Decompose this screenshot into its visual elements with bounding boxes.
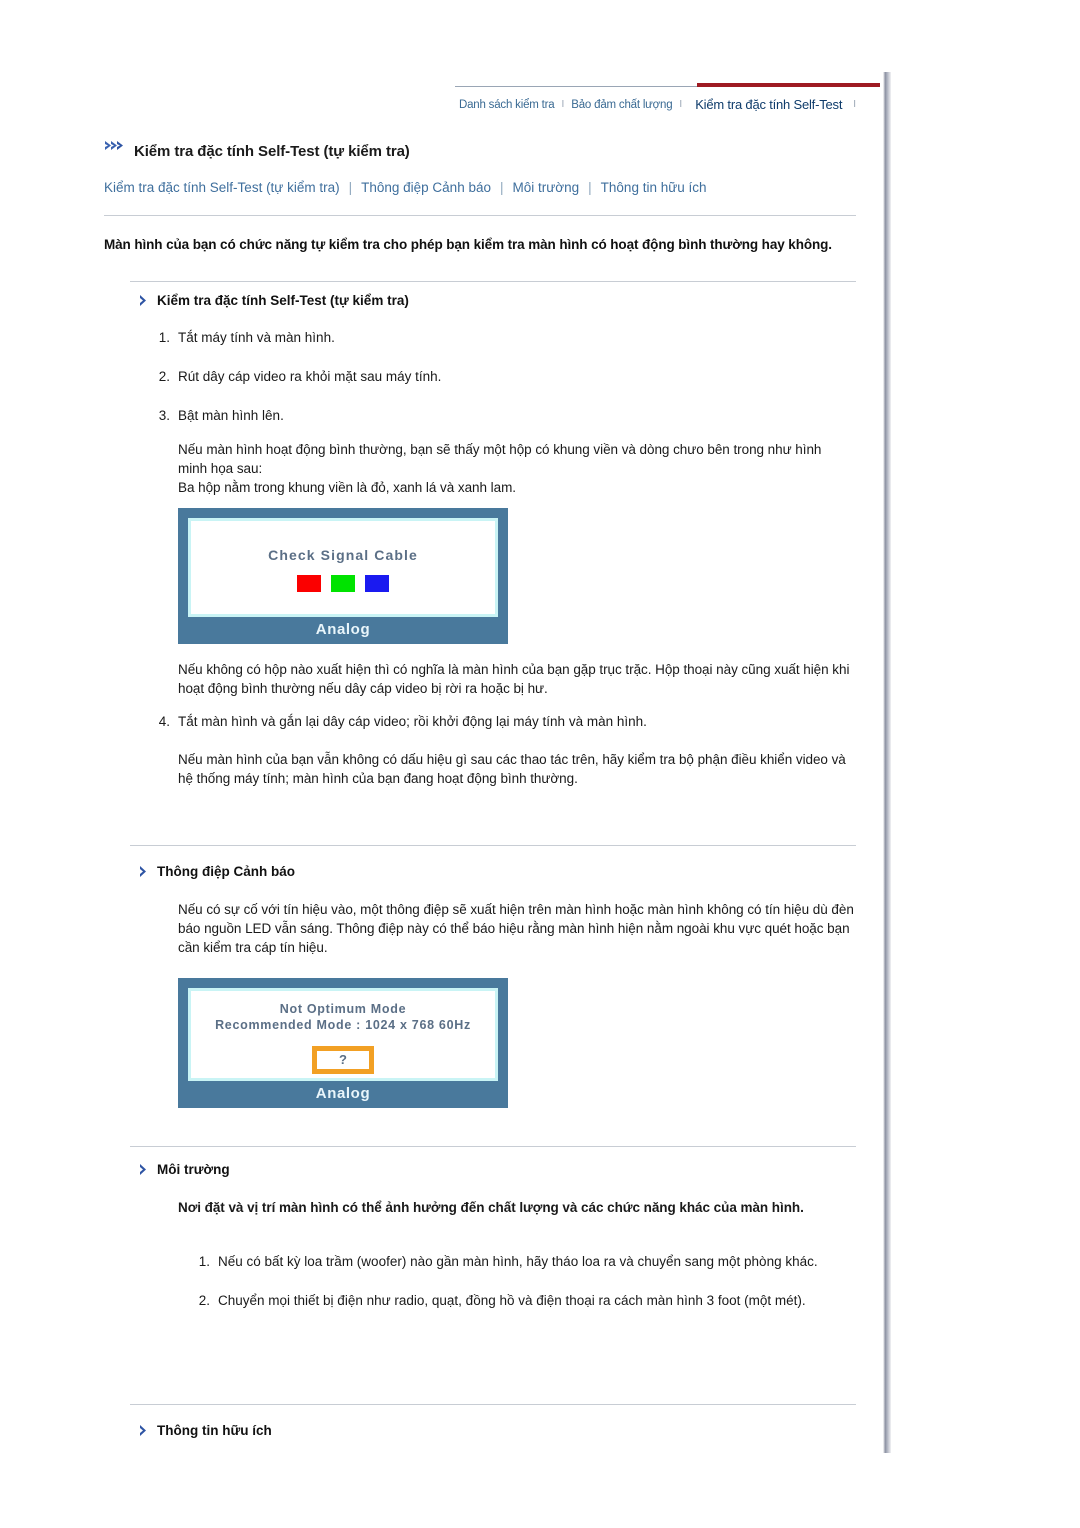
list-item: 1. Nếu có bất kỳ loa trầm (woofer) nào g… xyxy=(186,1252,846,1271)
environment-step-list: 1. Nếu có bất kỳ loa trầm (woofer) nào g… xyxy=(186,1252,846,1330)
monitor-input-label: Analog xyxy=(315,621,371,638)
list-item: 2. Chuyển mọi thiết bị điện như radio, q… xyxy=(186,1291,846,1310)
monitor-message-line1: Not Optimum Mode xyxy=(279,1002,407,1016)
monitor-mock-not-optimum: Not Optimum Mode Recommended Mode : 1024… xyxy=(178,978,508,1108)
nav-separator: I xyxy=(561,99,565,110)
link-warning-message[interactable]: Thông điệp Cảnh báo xyxy=(361,180,491,195)
no-sign-note: Nếu màn hình của bạn vẫn không có dấu hi… xyxy=(178,752,846,786)
monitor-input-label: Analog xyxy=(315,1085,371,1102)
page-title-row: Kiểm tra đặc tính Self-Test (tự kiểm tra… xyxy=(104,139,410,160)
list-number: 3. xyxy=(158,408,170,423)
list-number: 1. xyxy=(158,330,170,345)
self-test-step-list-continued: 4. Tắt màn hình và gắn lại dây cáp video… xyxy=(146,712,856,751)
section-heading-useful-info: Thông tin hữu ích xyxy=(138,1423,272,1438)
monitor-mock-self-test: Check Signal Cable Analog xyxy=(178,508,508,644)
section-heading-environment: Môi trường xyxy=(138,1162,230,1177)
nav-separator: I xyxy=(679,99,683,110)
red-swatch xyxy=(297,575,321,592)
self-test-step-list: 1. Tắt máy tính và màn hình. 2. Rút dây … xyxy=(146,328,846,445)
divider-top xyxy=(104,215,856,216)
list-number: 2. xyxy=(158,369,170,384)
double-chevron-icon xyxy=(104,139,126,157)
lead-paragraph: Màn hình của bạn có chức năng tự kiểm tr… xyxy=(104,237,832,252)
list-text: Nếu có bất kỳ loa trầm (woofer) nào gần … xyxy=(218,1254,818,1269)
list-number: 2. xyxy=(198,1293,210,1308)
section-heading-self-test: Kiểm tra đặc tính Self-Test (tự kiểm tra… xyxy=(138,293,409,308)
monitor-message-line2: Recommended Mode : 1024 x 768 60Hz xyxy=(215,1018,471,1032)
nav-item-quality-assurance[interactable]: Bảo đảm chất lượng xyxy=(567,96,676,114)
list-text: Tắt máy tính và màn hình. xyxy=(178,330,335,345)
section-links: Kiểm tra đặc tính Self-Test (tự kiểm tra… xyxy=(104,180,707,195)
warning-body: Nếu có sự cố với tín hiệu vào, một thông… xyxy=(178,902,854,955)
list-text: Rút dây cáp video ra khỏi mặt sau máy tí… xyxy=(178,369,442,384)
chevron-right-icon xyxy=(138,865,149,878)
monitor-screen: Not Optimum Mode Recommended Mode : 1024… xyxy=(188,988,498,1081)
divider-section-4 xyxy=(130,1404,856,1405)
normal-operation-note: Nếu màn hình hoạt động bình thường, bạn … xyxy=(178,442,822,495)
section-heading-label: Thông tin hữu ích xyxy=(157,1423,272,1438)
section-heading-label: Thông điệp Cảnh báo xyxy=(157,864,295,879)
section-heading-label: Kiểm tra đặc tính Self-Test (tự kiểm tra… xyxy=(157,293,409,308)
green-swatch xyxy=(331,575,355,592)
divider-section-1 xyxy=(130,281,856,282)
list-item: 3. Bật màn hình lên. xyxy=(146,406,846,425)
vertical-scrollbar[interactable] xyxy=(883,72,891,1453)
top-navigation: Danh sách kiểm tra I Bảo đảm chất lượng … xyxy=(455,84,880,114)
list-item: 2. Rút dây cáp video ra khỏi mặt sau máy… xyxy=(146,367,846,386)
list-text: Chuyển mọi thiết bị điện như radio, quạt… xyxy=(218,1293,806,1308)
chevron-right-icon xyxy=(138,1163,149,1176)
link-environment[interactable]: Môi trường xyxy=(513,180,580,195)
link-separator: | xyxy=(348,180,353,195)
chevron-right-icon xyxy=(138,294,149,307)
list-text: Tắt màn hình và gắn lại dây cáp video; r… xyxy=(178,714,647,729)
list-item: 4. Tắt màn hình và gắn lại dây cáp video… xyxy=(146,712,856,731)
page-title: Kiểm tra đặc tính Self-Test (tự kiểm tra… xyxy=(134,142,410,160)
list-text: Bật màn hình lên. xyxy=(178,408,284,423)
list-item: 1. Tắt máy tính và màn hình. xyxy=(146,328,846,347)
divider-section-2 xyxy=(130,845,856,846)
environment-intro: Nơi đặt và vị trí màn hình có thể ảnh hư… xyxy=(178,1200,804,1215)
monitor-message: Check Signal Cable xyxy=(268,547,418,563)
nav-item-checklist[interactable]: Danh sách kiểm tra xyxy=(455,96,558,114)
divider-section-3 xyxy=(130,1146,856,1147)
no-box-note: Nếu không có hộp nào xuất hiện thì có ng… xyxy=(178,662,850,696)
nav-item-self-test[interactable]: Kiểm tra đặc tính Self-Test xyxy=(685,96,850,114)
question-mark-box: ? xyxy=(312,1046,374,1074)
section-heading-warning: Thông điệp Cảnh báo xyxy=(138,864,295,879)
rgb-swatch-row xyxy=(191,563,495,592)
section-heading-label: Môi trường xyxy=(157,1162,230,1177)
monitor-screen: Check Signal Cable xyxy=(188,518,498,617)
link-useful-info[interactable]: Thông tin hữu ích xyxy=(601,180,707,195)
document-page: Danh sách kiểm tra I Bảo đảm chất lượng … xyxy=(0,0,886,1528)
link-separator: | xyxy=(588,180,592,195)
list-number: 1. xyxy=(198,1254,210,1269)
link-self-test[interactable]: Kiểm tra đặc tính Self-Test (tự kiểm tra… xyxy=(104,180,340,195)
list-number: 4. xyxy=(158,714,170,729)
link-separator: | xyxy=(499,180,504,195)
blue-swatch xyxy=(365,575,389,592)
nav-separator: I xyxy=(853,99,857,110)
chevron-right-icon xyxy=(138,1424,149,1437)
